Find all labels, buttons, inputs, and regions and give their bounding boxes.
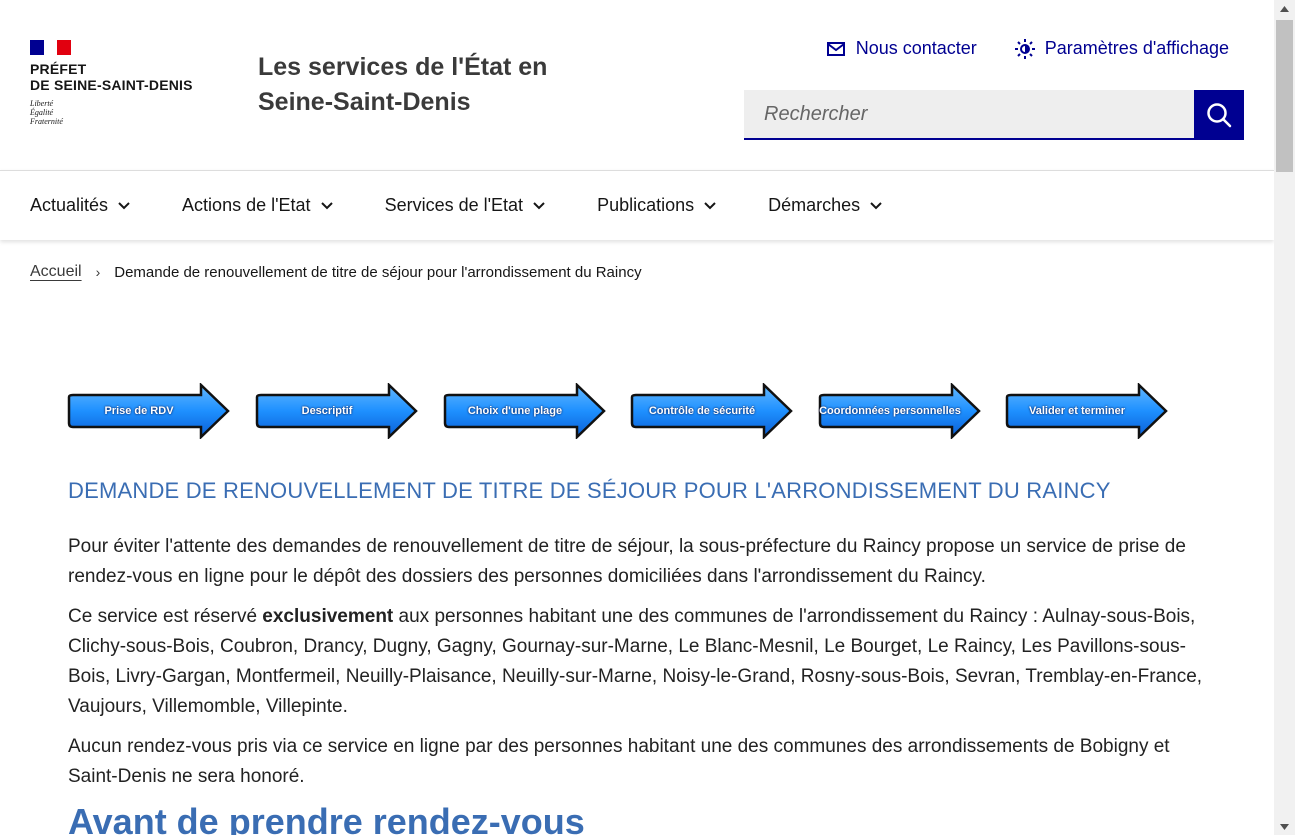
chevron-down-icon bbox=[533, 201, 545, 209]
contact-label: Nous contacter bbox=[855, 38, 977, 58]
nav-item-publications[interactable]: Publications bbox=[597, 195, 716, 216]
motto-fraternite: Fraternité bbox=[30, 117, 63, 126]
nav-item-actions[interactable]: Actions de l'Etat bbox=[182, 195, 333, 216]
scroll-up-arrow-icon[interactable] bbox=[1274, 0, 1295, 17]
breadcrumb-home-link[interactable]: Accueil bbox=[30, 263, 82, 281]
step-label: Choix d'une plage bbox=[467, 405, 563, 417]
search-icon bbox=[1207, 103, 1232, 128]
intro-paragraph: Pour éviter l'attente des demandes de re… bbox=[68, 536, 1186, 587]
main-nav: Actualités Actions de l'Etat Services de… bbox=[0, 170, 1274, 240]
nav-item-label: Services de l'Etat bbox=[384, 195, 524, 215]
step-label: Contrôle de sécurité bbox=[648, 405, 756, 417]
display-settings-button[interactable]: Paramètres d'affichage bbox=[1014, 38, 1229, 59]
scroll-down-arrow-icon[interactable] bbox=[1274, 818, 1295, 835]
chevron-down-icon bbox=[704, 201, 716, 209]
nav-item-demarches[interactable]: Démarches bbox=[768, 195, 882, 216]
chevron-down-icon bbox=[320, 201, 333, 209]
sun-icon bbox=[1014, 38, 1035, 59]
step-descriptif[interactable]: Descriptif bbox=[255, 383, 418, 439]
step-valider[interactable]: Valider et terminer bbox=[1005, 383, 1168, 439]
nav-item-label: Actualités bbox=[30, 195, 109, 215]
step-label: Prise de RDV bbox=[104, 405, 174, 417]
header-tools: Nous contacter Paramètres d'affichage bbox=[826, 38, 1229, 59]
warning-paragraph: Aucun rendez-vous pris via ce service en… bbox=[68, 736, 1170, 787]
step-prise-de-rdv[interactable]: Prise de RDV bbox=[67, 383, 230, 439]
republic-motto: Liberté Égalité Fraternité bbox=[30, 99, 193, 126]
nav-item-services[interactable]: Services de l'Etat bbox=[385, 195, 546, 216]
chevron-down-icon bbox=[118, 201, 130, 209]
step-controle-securite[interactable]: Contrôle de sécurité bbox=[630, 383, 793, 439]
mail-icon bbox=[826, 41, 845, 56]
prefet-line2: DE SEINE-SAINT-DENIS bbox=[30, 77, 193, 93]
eligibility-text-start: Ce service est réservé bbox=[68, 606, 263, 627]
section-heading: Avant de prendre rendez-vous bbox=[68, 801, 585, 835]
scroll-thumb[interactable] bbox=[1276, 20, 1293, 172]
search-button[interactable] bbox=[1194, 90, 1244, 140]
step-coordonnees[interactable]: Coordonnées personnelles bbox=[818, 383, 981, 439]
prefet-logo[interactable]: PRÉFET DE SEINE-SAINT-DENIS Liberté Égal… bbox=[30, 40, 193, 126]
chevron-right-icon: › bbox=[95, 264, 101, 280]
contact-link[interactable]: Nous contacter bbox=[826, 38, 977, 59]
main-content: DEMANDE DE RENOUVELLEMENT DE TITRE DE SÉ… bbox=[68, 478, 1208, 835]
nav-item-label: Actions de l'Etat bbox=[182, 195, 311, 215]
step-label: Coordonnées personnelles bbox=[819, 405, 961, 417]
eligibility-paragraph: Ce service est réservé exclusivement aux… bbox=[68, 602, 1208, 722]
breadcrumb: Accueil › Demande de renouvellement de t… bbox=[30, 263, 642, 281]
site-title[interactable]: Les services de l'État en Seine-Saint-De… bbox=[258, 50, 578, 120]
nav-item-label: Démarches bbox=[768, 195, 861, 215]
prefet-line1: PRÉFET bbox=[30, 61, 87, 77]
chevron-down-icon bbox=[870, 201, 882, 209]
step-label: Descriptif bbox=[301, 405, 353, 417]
display-settings-label: Paramètres d'affichage bbox=[1044, 38, 1229, 58]
search-input[interactable] bbox=[744, 90, 1194, 140]
republic-flag-icon bbox=[30, 40, 71, 55]
step-label: Valider et terminer bbox=[1029, 405, 1125, 417]
motto-liberte: Liberté bbox=[30, 99, 54, 108]
nav-item-actualites[interactable]: Actualités bbox=[30, 195, 130, 216]
search-bar bbox=[744, 90, 1244, 140]
nav-item-label: Publications bbox=[597, 195, 695, 215]
motto-egalite: Égalité bbox=[30, 108, 54, 117]
site-header: PRÉFET DE SEINE-SAINT-DENIS Liberté Égal… bbox=[0, 0, 1274, 170]
page-scrollbar[interactable] bbox=[1274, 0, 1295, 835]
step-choix-plage[interactable]: Choix d'une plage bbox=[443, 383, 606, 439]
breadcrumb-current: Demande de renouvellement de titre de sé… bbox=[114, 263, 642, 281]
page-title: DEMANDE DE RENOUVELLEMENT DE TITRE DE SÉ… bbox=[68, 478, 1111, 503]
prefet-name: PRÉFET DE SEINE-SAINT-DENIS bbox=[30, 61, 193, 93]
eligibility-emphasis: exclusivement bbox=[262, 606, 394, 627]
